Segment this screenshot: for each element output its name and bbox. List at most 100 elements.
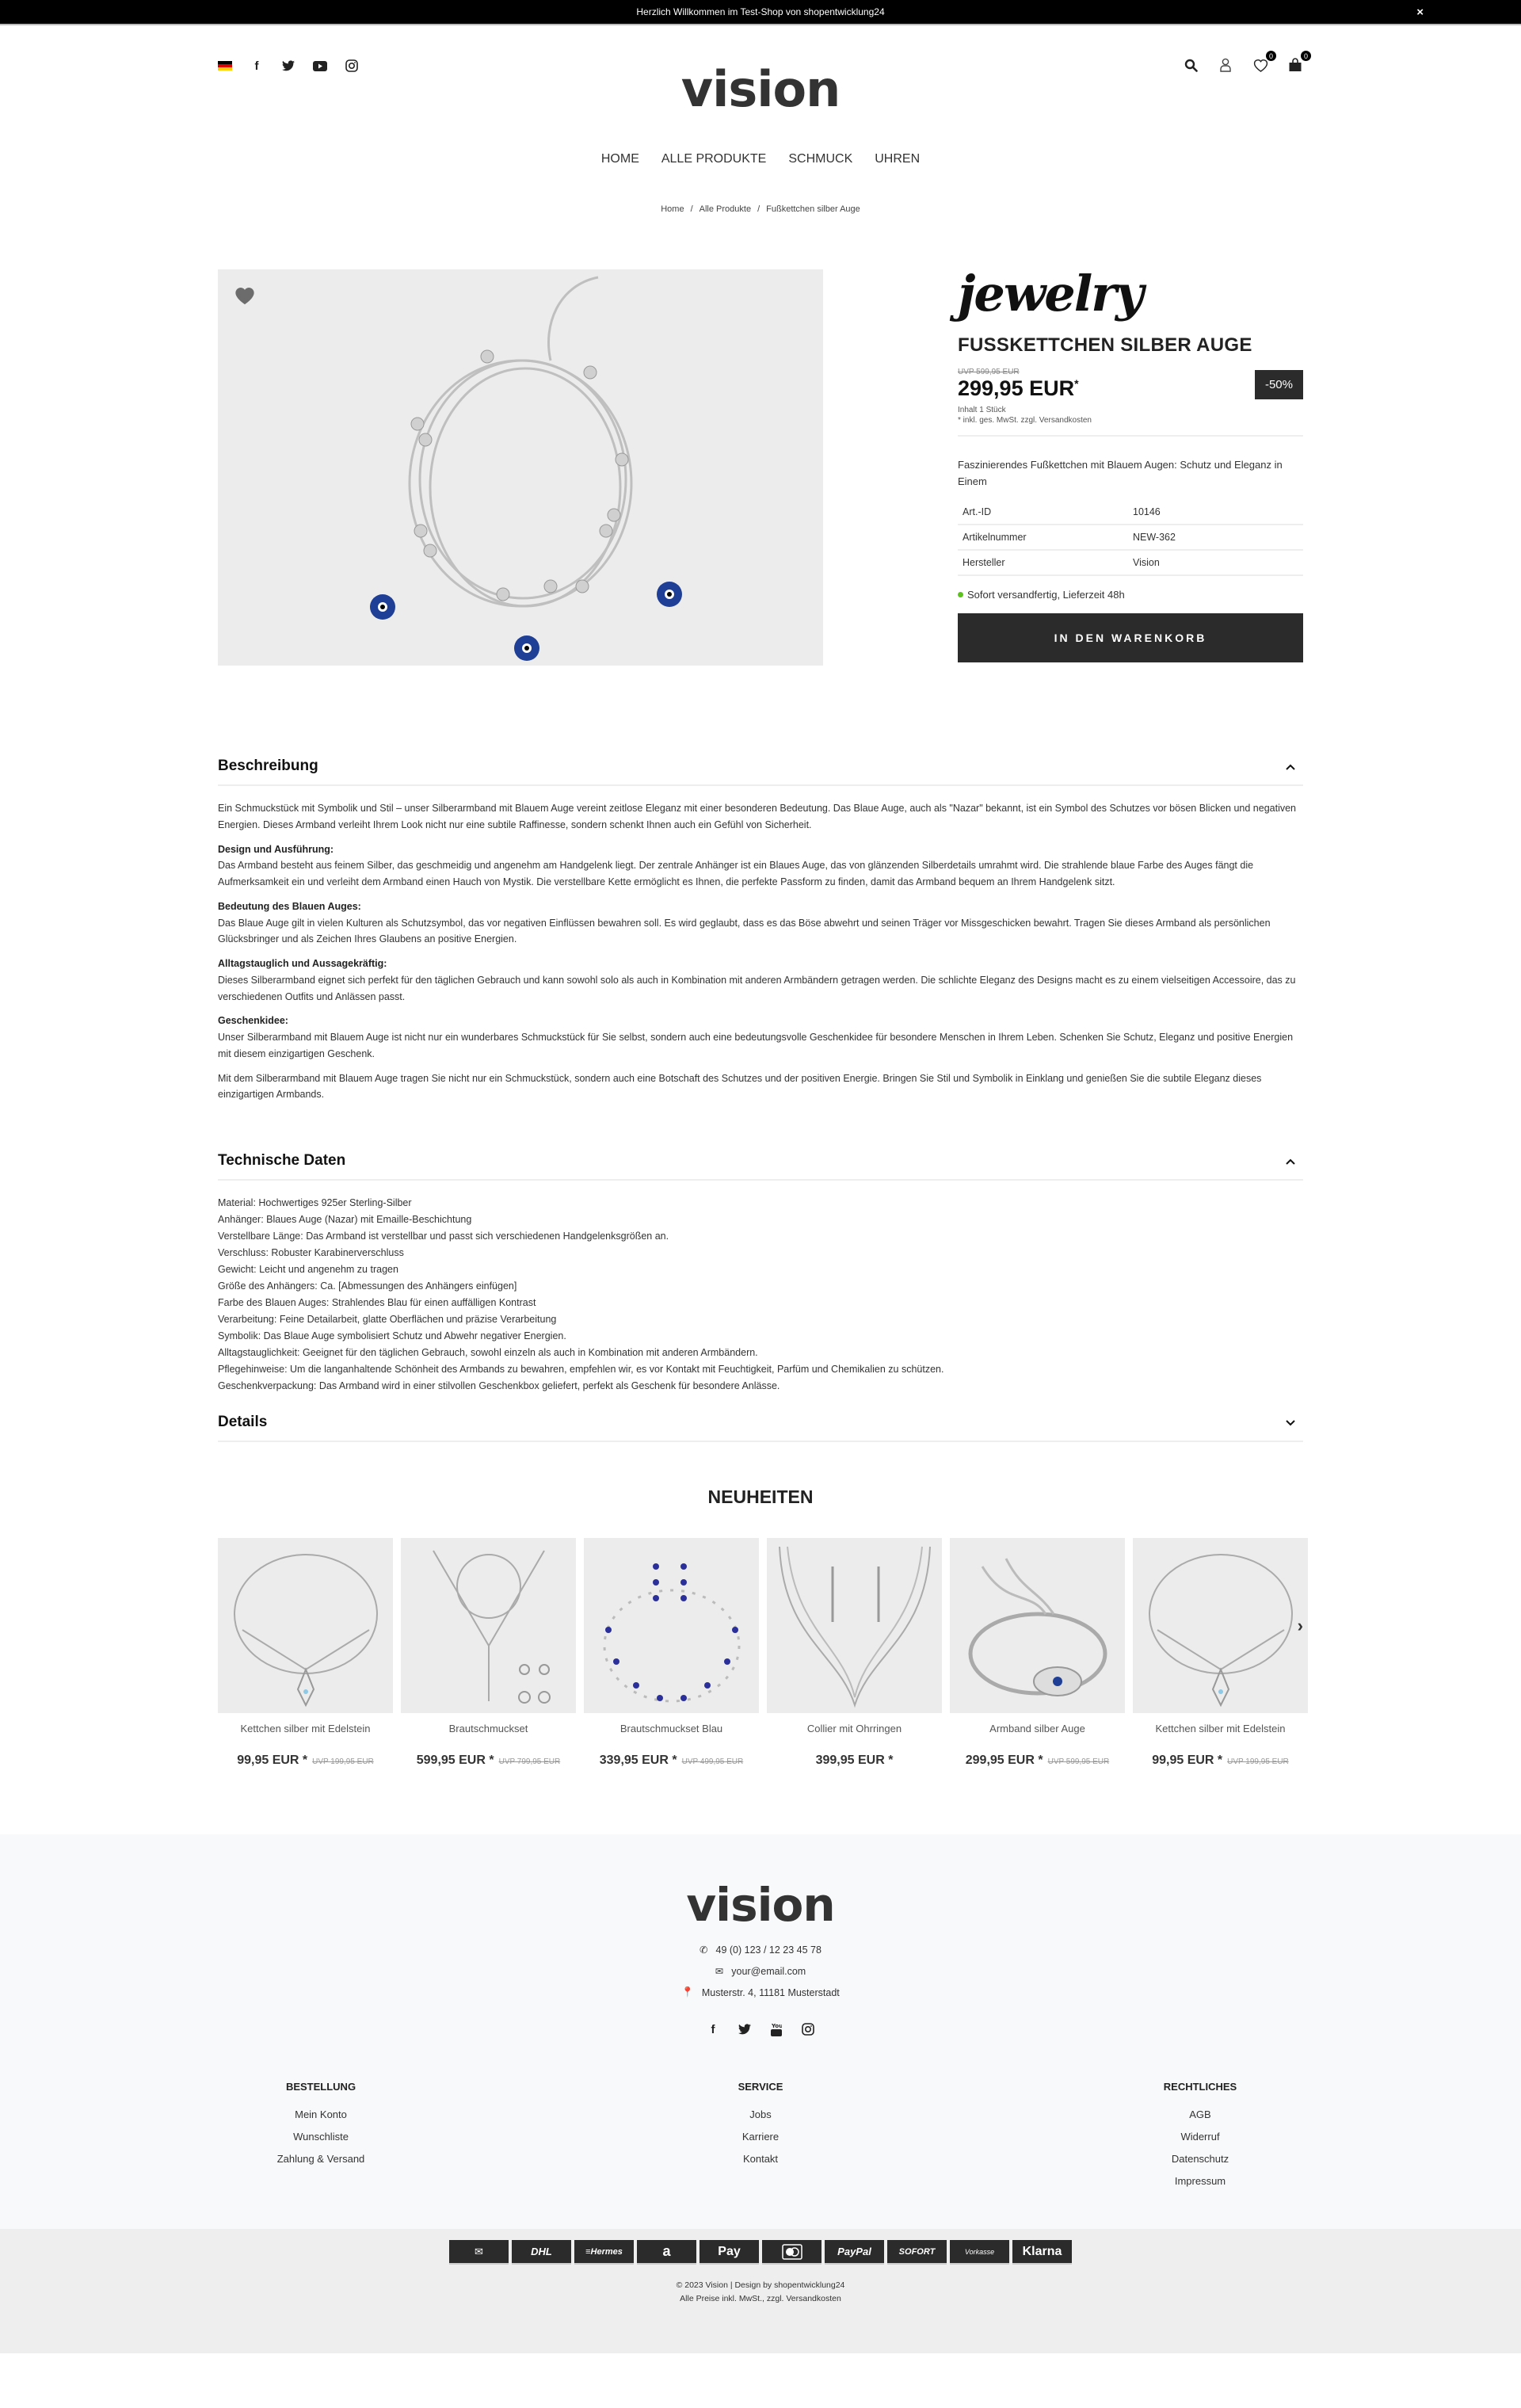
attr-label: Art.-ID: [958, 499, 1128, 525]
phone-number[interactable]: 49 (0) 123 / 12 23 45 78: [716, 1944, 821, 1956]
wishlist-icon[interactable]: 0: [1252, 51, 1276, 73]
product-card[interactable]: Brautschmuckset 599,95 EUR * UVP 799,95 E…: [401, 1538, 576, 1768]
product-card-price: 99,95 EUR *: [1152, 1754, 1223, 1767]
brand-logo[interactable]: jewelry: [958, 269, 1303, 319]
breadcrumb-alle-produkte[interactable]: Alle Produkte: [700, 204, 751, 214]
description-header[interactable]: Beschreibung: [218, 750, 1303, 786]
nav-item-alle-produkte[interactable]: ALLE PRODUKTE: [661, 152, 766, 166]
news-title: NEUHEITEN: [707, 1486, 814, 1507]
instagram-icon[interactable]: [801, 2022, 815, 2036]
facebook-icon[interactable]: f: [250, 59, 264, 73]
add-to-cart-button[interactable]: IN DEN WARENKORB: [958, 612, 1303, 662]
email-address[interactable]: your@email.com: [731, 1966, 806, 1977]
table-row: Hersteller Vision: [958, 549, 1303, 576]
product-card-uvp: UVP 799,95 EUR: [498, 1757, 561, 1766]
product-card-uvp: UVP 599,95 EUR: [1047, 1757, 1110, 1766]
news-carousel: Kettchen silber mit Edelstein 99,95 EUR …: [218, 1538, 1308, 1768]
carousel-next-icon[interactable]: ›: [1298, 1616, 1303, 1636]
table-row: Artikelnummer NEW-362: [958, 524, 1303, 551]
product-card-name[interactable]: Kettchen silber mit Edelstein: [218, 1723, 393, 1734]
search-icon[interactable]: [1183, 57, 1199, 73]
footer-link[interactable]: Widerruf: [1121, 2131, 1279, 2143]
technical-line: Verarbeitung: Feine Detailarbeit, glatte…: [218, 1314, 557, 1325]
product-card-image[interactable]: [218, 1538, 393, 1713]
footer-link[interactable]: Mein Konto: [242, 2108, 400, 2120]
location-pin-icon: 📍: [681, 1986, 694, 1998]
technical-line: Gewicht: Leicht und angenehm zu tragen: [218, 1264, 398, 1275]
copyright: © 2023 Vision | Design by shopentwicklun…: [676, 2280, 845, 2290]
facebook-icon[interactable]: f: [706, 2022, 720, 2036]
footer-link[interactable]: Zahlung & Versand: [242, 2153, 400, 2165]
details-header[interactable]: Details: [218, 1406, 1303, 1442]
youtube-icon[interactable]: [313, 59, 327, 73]
youtube-icon[interactable]: You: [769, 2022, 783, 2036]
site-logo[interactable]: vision: [681, 65, 841, 114]
technical-header[interactable]: Technische Daten: [218, 1144, 1303, 1181]
welcome-message: Herzlich Willkommen im Test-Shop von sho…: [636, 6, 885, 17]
footer-column-rechtliches: RECHTLICHES AGB Widerruf Datenschutz Imp…: [1121, 2081, 1279, 2197]
product-card-name[interactable]: Kettchen silber mit Edelstein: [1133, 1723, 1308, 1734]
chevron-up-icon[interactable]: [1286, 1154, 1295, 1167]
nav-item-home[interactable]: HOME: [601, 152, 639, 166]
product-card[interactable]: Armband silber Auge 299,95 EUR * UVP 599,…: [950, 1538, 1125, 1768]
instagram-icon[interactable]: [345, 59, 359, 73]
product-card[interactable]: Brautschmuckset Blau 339,95 EUR * UVP 499…: [584, 1538, 759, 1768]
footer-link[interactable]: Datenschutz: [1121, 2153, 1279, 2165]
price-note: Alle Preise inkl. MwSt., zzgl. Versandko…: [680, 2293, 841, 2303]
footer-link[interactable]: Wunschliste: [242, 2131, 400, 2143]
technical-line: Farbe des Blauen Auges: Strahlendes Blau…: [218, 1297, 536, 1308]
product-section: jewelry FUSSKETTCHEN SILBER AUGE UVP 599…: [218, 269, 1303, 666]
footer-column-bestellung: BESTELLUNG Mein Konto Wunschliste Zahlun…: [242, 2081, 400, 2197]
product-card-name[interactable]: Brautschmuckset: [401, 1723, 576, 1734]
footer-link[interactable]: Kontakt: [681, 2153, 840, 2165]
product-card-image[interactable]: [950, 1538, 1125, 1713]
apple-pay-icon: Pay: [700, 2240, 759, 2265]
product-card-name[interactable]: Collier mit Ohrringen: [767, 1723, 942, 1734]
german-flag-icon[interactable]: [218, 60, 232, 71]
footer-link[interactable]: Jobs: [681, 2108, 840, 2120]
dhl-icon: DHL: [512, 2240, 571, 2265]
account-icon[interactable]: [1218, 57, 1233, 73]
product-card-price: 299,95 EUR *: [965, 1754, 1043, 1767]
product-title: FUSSKETTCHEN SILBER AUGE: [958, 334, 1252, 356]
twitter-icon[interactable]: [281, 59, 295, 73]
product-card[interactable]: Kettchen silber mit Edelstein 99,95 EUR …: [1133, 1538, 1308, 1768]
technical-line: Größe des Anhängers: Ca. [Abmessungen de…: [218, 1280, 517, 1292]
section-text: Das Blaue Auge gilt in vielen Kulturen a…: [218, 917, 1271, 945]
heart-icon[interactable]: [234, 285, 256, 310]
product-card-price: 339,95 EUR *: [599, 1754, 677, 1767]
product-card-image[interactable]: [584, 1538, 759, 1713]
product-card[interactable]: Kettchen silber mit Edelstein 99,95 EUR …: [218, 1538, 393, 1768]
nav-item-uhren[interactable]: UHREN: [875, 152, 920, 166]
section-heading: Alltagstauglich und Aussagekräftig:: [218, 958, 387, 969]
product-card-image[interactable]: [1133, 1538, 1308, 1713]
footer-link[interactable]: Karriere: [681, 2131, 840, 2143]
chevron-down-icon[interactable]: [1286, 1416, 1295, 1429]
product-card-uvp: UVP 499,95 EUR: [681, 1757, 744, 1766]
description-accordion: Beschreibung Ein Schmuckstück mit Symbol…: [218, 750, 1303, 1103]
twitter-icon[interactable]: [738, 2022, 752, 2036]
breadcrumb-home[interactable]: Home: [661, 204, 684, 214]
product-card-name[interactable]: Brautschmuckset Blau: [584, 1723, 759, 1734]
description-title: Beschreibung: [218, 758, 318, 774]
product-card-name[interactable]: Armband silber Auge: [950, 1723, 1125, 1734]
footer-logo[interactable]: vision: [0, 1882, 1521, 1928]
description-body: Ein Schmuckstück mit Symbolik und Stil –…: [218, 786, 1303, 1103]
nav-item-schmuck[interactable]: SCHMUCK: [788, 152, 852, 166]
product-image[interactable]: [218, 269, 823, 666]
technical-line: Verstellbare Länge: Das Armband ist vers…: [218, 1231, 669, 1242]
footer-link[interactable]: Impressum: [1121, 2175, 1279, 2187]
product-card[interactable]: Collier mit Ohrringen 399,95 EUR *: [767, 1538, 942, 1768]
product-card-uvp: UVP 199,95 EUR: [312, 1757, 374, 1766]
product-card-image[interactable]: [767, 1538, 942, 1713]
attr-label: Artikelnummer: [958, 524, 1128, 551]
hermes-icon: ≡Hermes: [574, 2240, 634, 2265]
chevron-up-icon[interactable]: [1286, 760, 1295, 773]
product-uvp: UVP 599,95 EUR: [958, 368, 1020, 376]
close-icon[interactable]: ×: [1416, 6, 1424, 19]
description-outro: Mit dem Silberarmband mit Blauem Auge tr…: [218, 1072, 1262, 1101]
details-title: Details: [218, 1414, 268, 1430]
footer-link[interactable]: AGB: [1121, 2108, 1279, 2120]
product-card-image[interactable]: [401, 1538, 576, 1713]
cart-icon[interactable]: 0: [1287, 51, 1311, 73]
